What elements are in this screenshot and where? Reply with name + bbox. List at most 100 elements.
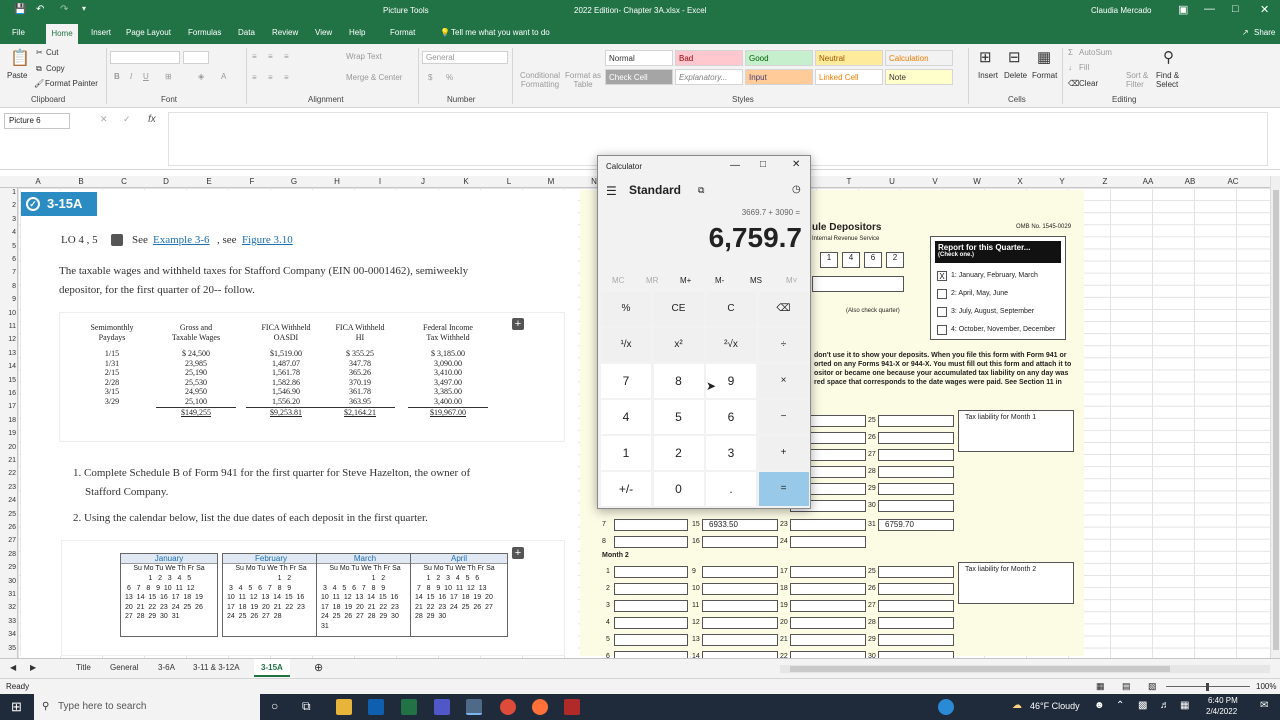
row-header[interactable]: 15 [0, 377, 16, 384]
row-header[interactable]: 16 [0, 390, 16, 397]
merge-center-button[interactable]: Merge & Center [346, 73, 402, 82]
month-2-day-cell[interactable] [614, 583, 688, 595]
month-1-day-24[interactable] [790, 536, 866, 548]
zoom-level[interactable]: 100% [1256, 682, 1276, 691]
style-input[interactable]: Input [745, 69, 813, 85]
row-header[interactable]: 13 [0, 350, 16, 357]
tab-file[interactable]: File [12, 28, 25, 37]
calc-menu-icon[interactable]: ☰ [606, 184, 617, 198]
user-name[interactable]: Claudia Mercado [1091, 6, 1151, 15]
style-neutral[interactable]: Neutral [815, 50, 883, 66]
calc-key-five[interactable]: 5 [653, 400, 704, 434]
tax-liability-month-2[interactable]: Tax liability for Month 2 [958, 562, 1074, 604]
align-center-icon[interactable]: ≡ [268, 73, 273, 82]
column-header-m[interactable]: M [548, 177, 555, 186]
memory-add-button[interactable]: M+ [680, 276, 691, 285]
row-header[interactable]: 27 [0, 537, 16, 544]
find-select-button[interactable]: Find & Select [1156, 71, 1188, 89]
calculator-window[interactable]: Calculator — □ ✕ ☰ Standard ⧉ ◷ 3669.7 +… [597, 155, 811, 509]
maximize-icon[interactable]: □ [1232, 3, 1239, 15]
month-2-day-cell[interactable] [790, 600, 866, 612]
row-header[interactable]: 30 [0, 578, 16, 585]
sheet-tab-3-6a[interactable]: 3-6A [158, 663, 175, 672]
row-header[interactable]: 3 [0, 216, 16, 223]
tab-format[interactable]: Format [390, 28, 415, 37]
calc-key-clear[interactable]: C [706, 292, 756, 326]
align-top-icon[interactable]: ≡ [252, 52, 257, 61]
row-header[interactable]: 26 [0, 524, 16, 531]
month-2-day-cell[interactable] [614, 634, 688, 646]
wrap-text-button[interactable]: Wrap Text [346, 52, 382, 61]
month-2-day-cell[interactable] [878, 583, 954, 595]
calc-key-zero[interactable]: 0 [653, 472, 704, 506]
column-header-c[interactable]: C [121, 177, 127, 186]
cancel-entry-icon[interactable]: ✕ [100, 114, 108, 125]
copy-button[interactable]: Copy [46, 64, 65, 73]
calc-key-four[interactable]: 4 [601, 400, 651, 434]
qat-customize-icon[interactable]: ▾ [82, 4, 86, 13]
conditional-formatting-button[interactable]: Conditional Formatting [518, 71, 562, 89]
borders-icon[interactable]: ⊞ [165, 72, 172, 81]
font-color-icon[interactable]: A [221, 72, 226, 81]
calc-key-minus[interactable]: − [758, 400, 809, 434]
column-header-a[interactable]: A [35, 177, 40, 186]
sort-filter-button[interactable]: Sort & Filter [1126, 71, 1156, 89]
month-2-day-cell[interactable] [878, 617, 954, 629]
add-sheet-icon[interactable]: ⊕ [314, 661, 323, 674]
calc-close-icon[interactable]: ✕ [792, 159, 800, 170]
name-box[interactable]: Picture 6 [4, 113, 70, 129]
row-header[interactable]: 6 [0, 256, 16, 263]
italic-icon[interactable]: I [130, 72, 132, 81]
page-break-view-icon[interactable]: ▧ [1148, 681, 1157, 692]
find-icon[interactable]: ⚲ [1163, 48, 1174, 66]
style-explanatory[interactable]: Explanatory... [675, 69, 743, 85]
row-header[interactable]: 18 [0, 417, 16, 424]
font-name-box[interactable] [110, 51, 180, 64]
style-good[interactable]: Good [745, 50, 813, 66]
calc-key-decimal[interactable]: . [706, 472, 756, 506]
month-2-day-cell[interactable] [878, 600, 954, 612]
calc-key-six[interactable]: 6 [706, 400, 756, 434]
column-header-j[interactable]: J [421, 177, 425, 186]
horizontal-scroll-thumb[interactable] [790, 666, 1170, 672]
month-1-day-cell[interactable] [878, 500, 954, 512]
taskbar-search[interactable]: ⚲ Type here to search [34, 694, 260, 720]
format-cells-button[interactable]: Format [1032, 71, 1057, 80]
insert-cells-button[interactable]: Insert [978, 71, 998, 80]
share-button[interactable]: Share [1254, 28, 1275, 37]
ein-digit[interactable]: 2 [886, 252, 904, 268]
volume-icon[interactable]: ♬ [1160, 700, 1170, 711]
calc-key-three[interactable]: 3 [706, 436, 756, 470]
help-icon[interactable] [938, 699, 954, 715]
calc-minimize-icon[interactable]: — [730, 160, 740, 171]
delete-cells-button[interactable]: Delete [1004, 71, 1027, 80]
style-calculation[interactable]: Calculation [885, 50, 953, 66]
share-icon[interactable]: ↗ [1242, 28, 1249, 37]
close-icon[interactable]: ✕ [1260, 3, 1269, 16]
prev-sheet-icon[interactable]: ◀ [10, 663, 16, 672]
calc-key-negate[interactable]: +/- [601, 472, 651, 506]
insert-cells-icon[interactable]: ⊞ [979, 48, 992, 66]
column-header-ab[interactable]: AB [1185, 177, 1196, 186]
format-cells-icon[interactable]: ▦ [1037, 48, 1051, 66]
sheet-tab-general[interactable]: General [110, 663, 138, 672]
month-1-day-15-amount[interactable]: 6933.50 [702, 519, 778, 531]
align-left-icon[interactable]: ≡ [252, 73, 257, 82]
month-1-day-cell[interactable] [878, 466, 954, 478]
row-header[interactable]: 22 [0, 470, 16, 477]
network-icon[interactable]: ▩ [1138, 700, 1147, 711]
quarter-1-checkbox[interactable]: X [937, 271, 947, 281]
show-hidden-icon[interactable]: ⌃ [1116, 700, 1124, 711]
calc-key-percent[interactable]: % [601, 292, 651, 326]
memory-recall-button[interactable]: MR [646, 276, 658, 285]
sheet-tab-3-15a[interactable]: 3-15A [254, 659, 290, 677]
month-1-day-23[interactable] [790, 519, 866, 531]
format-painter-button[interactable]: Format Painter [45, 79, 98, 88]
month-2-day-cell[interactable] [878, 634, 954, 646]
clock-time[interactable]: 6:40 PM [1208, 696, 1238, 705]
figure-link[interactable]: Figure 3.10 [242, 234, 293, 246]
row-header[interactable]: 19 [0, 430, 16, 437]
column-header-k[interactable]: K [463, 177, 468, 186]
delete-cells-icon[interactable]: ⊟ [1008, 48, 1021, 66]
align-middle-icon[interactable]: ≡ [268, 52, 273, 61]
